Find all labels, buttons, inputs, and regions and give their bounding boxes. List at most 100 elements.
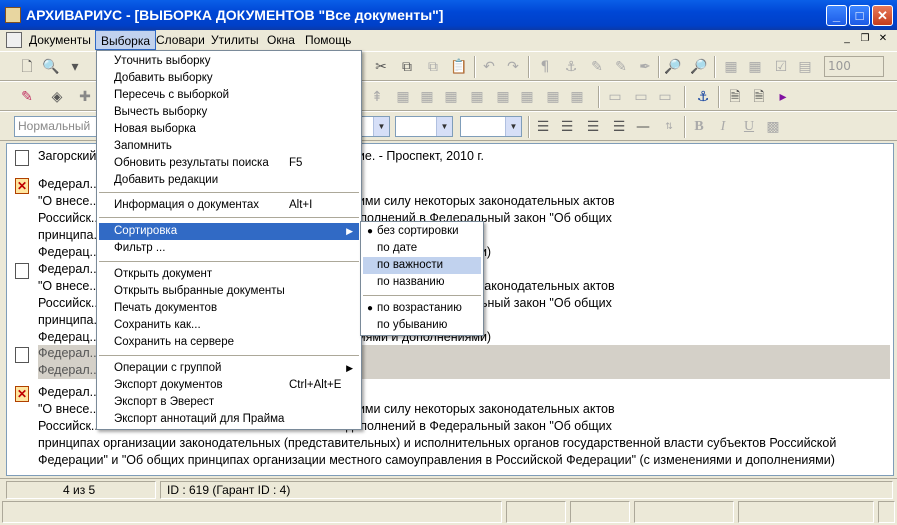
pen-icon[interactable]: ✒ [636,58,654,76]
menu-item-group-ops[interactable]: Операции с группой ▶ [99,360,359,377]
copy-special-icon[interactable]: ⧉ [424,58,442,76]
font-combo[interactable]: ▼ [395,116,453,137]
align-right-icon[interactable]: ☰ [584,118,602,136]
menu-item-shortcut: Ctrl+Alt+E [289,379,342,391]
menu-item-print[interactable]: Печать документов [99,300,359,317]
menu-item-add-editions[interactable]: Добавить редакции [99,172,359,189]
sort-by-name[interactable]: по названию [363,274,481,291]
menu-item-refine[interactable]: Уточнить выборку [99,53,359,70]
document-list-icon[interactable]: 🗎 [726,88,744,106]
edit-icon[interactable]: ✎ [588,58,606,76]
menu-item-intersect[interactable]: Пересечь с выборкой [99,87,359,104]
search-icon[interactable]: 🔍 [42,58,60,76]
table-row-icon[interactable]: ▦ [418,88,436,106]
plus-icon[interactable]: ✚ [76,88,94,106]
sort-by-importance[interactable]: по важности [363,257,481,274]
mdi-restore-icon[interactable]: ❐ [858,33,872,46]
spacing-icon[interactable]: ⇅ [660,118,678,136]
underline-icon[interactable]: U [740,118,758,136]
dropdown-arrow-icon[interactable]: ▾ [66,58,84,76]
menu-documents[interactable]: Документы [24,30,96,50]
find-next-icon[interactable]: 🔎 [690,58,708,76]
find-in-text-icon[interactable]: 🔎 [664,58,682,76]
frame2-icon[interactable]: ▭ [632,88,650,106]
align-center-icon[interactable]: ☰ [558,118,576,136]
justify-icon[interactable]: ☰ [610,118,628,136]
close-button[interactable]: ✕ [872,5,893,26]
menu-item-save-as[interactable]: Сохранить как... [99,317,359,334]
sort-none[interactable]: ● без сортировки [363,223,481,240]
document-export-icon[interactable]: 🗎 [750,88,768,106]
menu-item-export-everest[interactable]: Экспорт в Эверест [99,394,359,411]
grid2-icon[interactable]: ▦ [746,58,764,76]
menu-item-open-selected[interactable]: Открыть выбранные документы [99,283,359,300]
sort-ascending[interactable]: ● по возрастанию [363,300,481,317]
table-col-icon[interactable]: ▦ [442,88,460,106]
grid-icon[interactable]: ▦ [722,58,740,76]
table-borders-icon[interactable]: ▦ [568,88,586,106]
mdi-document-icon[interactable] [6,32,22,48]
menu-windows[interactable]: Окна [262,30,300,50]
format-icon[interactable]: ⇞ [368,88,386,106]
bold-icon[interactable]: B [690,118,708,136]
minimize-button[interactable]: _ [826,5,847,26]
size-combo[interactable]: ▼ [460,116,522,137]
menu-dictionaries[interactable]: Словари [151,30,210,50]
edit2-icon[interactable]: ✎ [612,58,630,76]
paste-icon[interactable]: 📋 [450,58,468,76]
checker-icon[interactable]: ▩ [764,118,782,136]
menu-item-subtract[interactable]: Вычесть выборку [99,104,359,121]
menu-utilities[interactable]: Утилиты [206,30,264,50]
anchor-icon[interactable]: ⚓ [694,88,712,106]
menu-item-refresh[interactable]: Обновить результаты поиска F5 [99,155,359,172]
table-del-icon[interactable]: ▦ [468,88,486,106]
table-props-icon[interactable]: ▦ [544,88,562,106]
menu-separator [99,217,359,218]
cancelled-document-icon [15,386,29,403]
maximize-button[interactable]: □ [849,5,870,26]
align-left-icon[interactable]: ☰ [534,118,552,136]
undo-icon[interactable]: ↶ [480,58,498,76]
color-palette-icon[interactable]: ✎ [18,88,36,106]
table-merge-icon[interactable]: ▦ [494,88,512,106]
redo-icon[interactable]: ↷ [504,58,522,76]
chevron-down-icon[interactable]: ▼ [436,117,452,136]
chevron-down-icon[interactable]: ▼ [505,117,521,136]
frame3-icon[interactable]: ▭ [656,88,674,106]
menu-item-export-annotations[interactable]: Экспорт аннотаций для Прайма [99,411,359,428]
table-split-icon[interactable]: ▦ [518,88,536,106]
italic-icon[interactable]: I [714,118,732,136]
document-next-icon[interactable]: ▸ [774,88,792,106]
line-icon[interactable]: — [634,118,652,136]
menu-item-sort[interactable]: Сортировка ▶ [99,223,359,240]
menu-item-label: Экспорт в Эверест [114,396,215,408]
new-document-icon[interactable]: 🗋 [18,58,36,76]
menu-item-export[interactable]: Экспорт документов Ctrl+Alt+E [99,377,359,394]
check-icon[interactable]: ☑ [772,58,790,76]
cut-icon[interactable]: ✂ [372,58,390,76]
menu-item-info[interactable]: Информация о документах Alt+I [99,197,359,214]
zoom-spinner[interactable]: 100 [824,56,884,77]
radio-dot-icon: ● [367,226,374,237]
menu-item-new[interactable]: Новая выборка [99,121,359,138]
menu-item-open[interactable]: Открыть документ [99,266,359,283]
copy-icon[interactable]: ⧉ [398,58,416,76]
table-insert-icon[interactable]: ▦ [394,88,412,106]
paragraph-icon[interactable]: ¶ [536,58,554,76]
doc-grey-icon[interactable]: ▤ [796,58,814,76]
eraser-icon[interactable]: ◈ [48,88,66,106]
menu-item-save-server[interactable]: Сохранить на сервере [99,334,359,351]
mdi-minimize-icon[interactable]: _ [840,33,854,46]
chevron-down-icon[interactable]: ▼ [373,117,389,136]
frame-icon[interactable]: ▭ [606,88,624,106]
resize-grip[interactable] [878,501,895,523]
mdi-close-icon[interactable]: ✕ [876,33,890,46]
menu-help[interactable]: Помощь [300,30,356,50]
menu-selection[interactable]: Выборка [95,30,157,50]
sort-by-date[interactable]: по дате [363,240,481,257]
anchor-grey-icon[interactable]: ⚓ [562,58,580,76]
menu-item-add[interactable]: Добавить выборку [99,70,359,87]
sort-descending[interactable]: по убыванию [363,317,481,334]
menu-item-filter[interactable]: Фильтр ... [99,240,359,257]
menu-item-remember[interactable]: Запомнить [99,138,359,155]
